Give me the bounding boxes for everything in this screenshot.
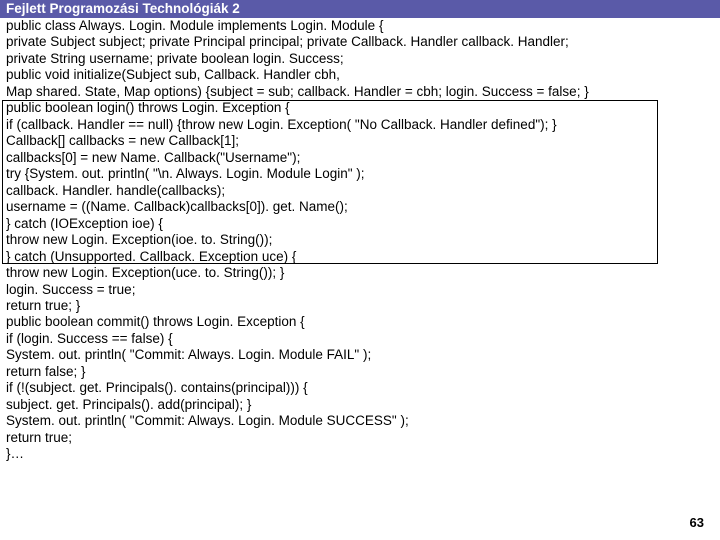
code-line: } catch (IOException ioe) { xyxy=(6,216,714,232)
slide-title: Fejlett Programozási Technológiák 2 xyxy=(0,0,720,18)
code-line: if (login. Success == false) { xyxy=(6,331,714,347)
code-line: private String username; private boolean… xyxy=(6,51,714,67)
code-line: System. out. println( "Commit: Always. L… xyxy=(6,413,714,429)
page-number: 63 xyxy=(690,515,704,530)
code-line: Callback[] callbacks = new Callback[1]; xyxy=(6,133,714,149)
code-line: throw new Login. Exception(uce. to. Stri… xyxy=(6,265,714,281)
code-line: if (callback. Handler == null) {throw ne… xyxy=(6,117,714,133)
code-line: public void initialize(Subject sub, Call… xyxy=(6,67,714,83)
code-line: } catch (Unsupported. Callback. Exceptio… xyxy=(6,249,714,265)
code-line: try {System. out. println( "\n. Always. … xyxy=(6,166,714,182)
code-line: callbacks[0] = new Name. Callback("Usern… xyxy=(6,150,714,166)
code-line: username = ((Name. Callback)callbacks[0]… xyxy=(6,199,714,215)
code-line: throw new Login. Exception(ioe. to. Stri… xyxy=(6,232,714,248)
code-line: login. Success = true; xyxy=(6,282,714,298)
code-block: public class Always. Login. Module imple… xyxy=(0,18,720,463)
code-line: public class Always. Login. Module imple… xyxy=(6,18,714,34)
code-line: subject. get. Principals(). add(principa… xyxy=(6,397,714,413)
code-line: Map shared. State, Map options) {subject… xyxy=(6,84,714,100)
code-line: callback. Handler. handle(callbacks); xyxy=(6,183,714,199)
code-line: System. out. println( "Commit: Always. L… xyxy=(6,347,714,363)
slide: Fejlett Programozási Technológiák 2 publ… xyxy=(0,0,720,540)
code-line: public boolean commit() throws Login. Ex… xyxy=(6,314,714,330)
code-line: public boolean login() throws Login. Exc… xyxy=(6,100,714,116)
code-line: return true; } xyxy=(6,298,714,314)
code-line: return false; } xyxy=(6,364,714,380)
code-line: private Subject subject; private Princip… xyxy=(6,34,714,50)
code-line: return true; xyxy=(6,430,714,446)
code-line: if (!(subject. get. Principals(). contai… xyxy=(6,380,714,396)
code-line: }… xyxy=(6,446,714,462)
